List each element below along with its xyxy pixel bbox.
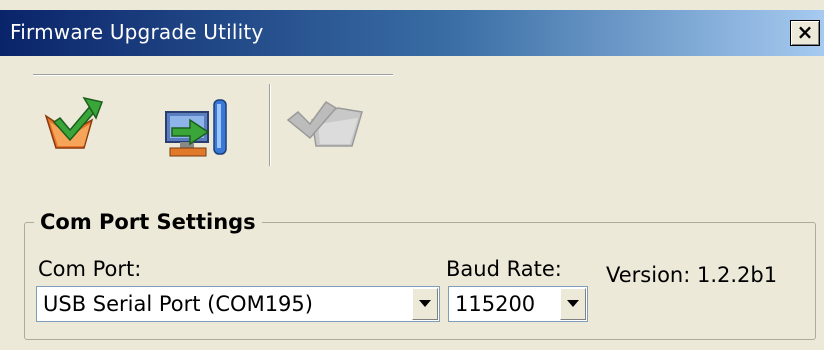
upload-button[interactable] — [160, 90, 230, 160]
open-folder-arrow-disabled-icon — [286, 101, 363, 147]
baud-rate-value: 115200 — [455, 292, 536, 316]
close-icon: × — [796, 20, 814, 44]
open-file-button[interactable] — [40, 90, 110, 160]
upload-to-device-icon — [165, 99, 227, 157]
title-bar: Firmware Upgrade Utility × — [0, 10, 824, 56]
com-port-label: Com Port: — [38, 257, 142, 281]
com-port-dropdown-button[interactable] — [412, 288, 438, 320]
baud-rate-label: Baud Rate: — [446, 257, 562, 281]
baud-rate-select[interactable]: 115200 — [448, 286, 588, 322]
open-folder-disabled-button[interactable] — [282, 90, 363, 160]
toolbar-separator — [269, 84, 271, 166]
close-button[interactable]: × — [790, 20, 820, 46]
group-title: Com Port Settings — [34, 209, 262, 235]
chevron-down-icon — [567, 300, 579, 307]
window-title: Firmware Upgrade Utility — [10, 20, 264, 44]
toolbar-top-divider — [33, 74, 393, 76]
open-folder-arrow-icon — [44, 96, 104, 149]
com-port-value: USB Serial Port (COM195) — [43, 292, 313, 316]
version-label: Version: 1.2.2b1 — [606, 263, 778, 287]
chevron-down-icon — [419, 300, 431, 307]
baud-rate-dropdown-button[interactable] — [560, 288, 586, 320]
com-port-select[interactable]: USB Serial Port (COM195) — [36, 286, 440, 322]
